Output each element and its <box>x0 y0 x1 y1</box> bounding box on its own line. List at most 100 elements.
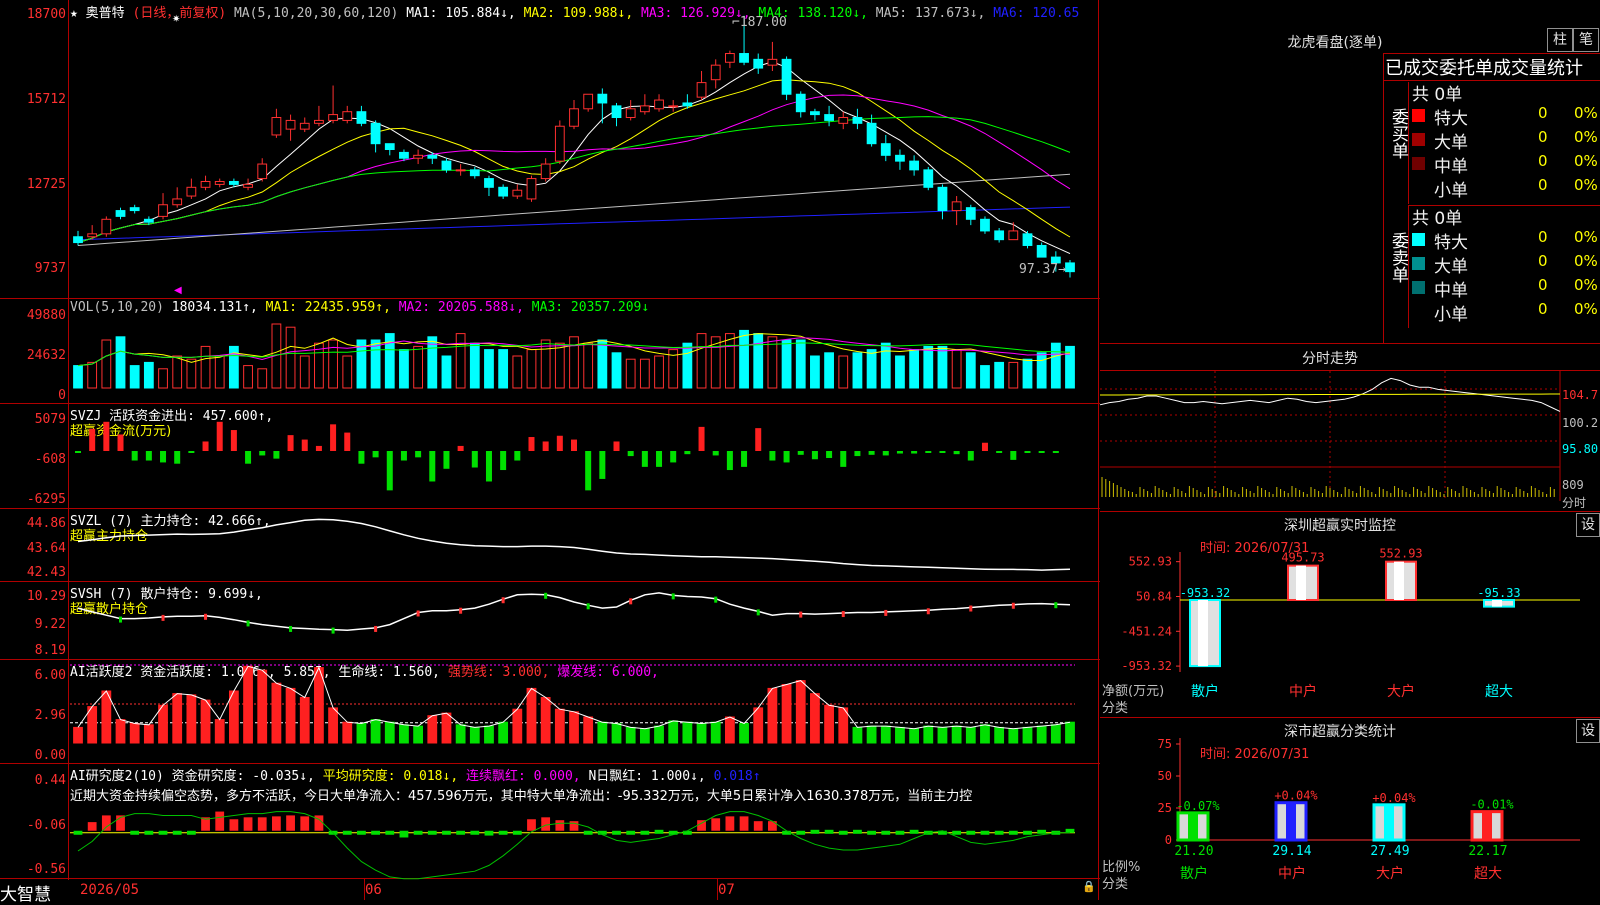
order-category: 小单 <box>1434 305 1468 325</box>
fund-flow-bar <box>230 430 237 451</box>
candle-body <box>370 122 381 145</box>
bar-view-button[interactable]: 柱 <box>1547 28 1573 52</box>
research-bar <box>427 830 437 835</box>
lock-icon[interactable]: 🔒 <box>1082 880 1096 893</box>
activity-bar <box>540 697 551 744</box>
research-bar <box>527 819 536 831</box>
activity-bar <box>654 725 664 744</box>
volume-bar <box>980 365 990 389</box>
stat-axis-label: 50 <box>1158 769 1172 783</box>
candle-body <box>484 178 494 188</box>
order-row: 小单 0 0% <box>1408 300 1600 325</box>
trade-stat-tab[interactable]: 已成交委托单成交量统计 <box>1385 54 1600 80</box>
volume-bar <box>682 342 693 389</box>
candle-body <box>852 117 863 124</box>
activity-bar <box>597 721 608 744</box>
fund-flow-bar <box>896 451 903 454</box>
candle-body <box>115 210 126 217</box>
retail-position-chart[interactable] <box>0 581 1100 659</box>
fund-flow-bar <box>953 451 960 455</box>
fund-flow-bar <box>117 434 124 451</box>
order-color-swatch <box>1412 157 1425 170</box>
volume-bar <box>724 333 735 389</box>
volume-bar <box>342 355 353 389</box>
activity-bar <box>937 726 948 744</box>
retail-tick <box>374 625 378 632</box>
volume-bar <box>583 342 594 389</box>
candle-body <box>753 58 764 69</box>
main-chart-area[interactable]: ★ 奥普特 (日线，前复权) MA(5,10,20,30,60,120) MA1… <box>0 0 1100 905</box>
intraday-chart[interactable] <box>1099 371 1600 511</box>
order-category: 特大 <box>1434 109 1468 129</box>
candle-body <box>427 154 438 159</box>
activity-bar <box>384 721 395 744</box>
intraday-axis-label: 100.2 <box>1562 416 1599 430</box>
fund-flow-bar <box>571 439 577 451</box>
fund-flow-bar <box>400 451 407 461</box>
candle-body <box>469 169 480 177</box>
retail-tick <box>926 608 930 615</box>
activity-bar <box>753 707 764 744</box>
activity-bar <box>880 725 891 744</box>
activity-bar <box>484 725 494 744</box>
activity-bar <box>271 682 282 744</box>
volume-bar <box>1008 361 1019 389</box>
order-count: 0 <box>1538 128 1548 146</box>
monitor-category-label: 大户 <box>1387 683 1415 700</box>
retail-tick <box>714 596 718 603</box>
activity-bar <box>172 693 183 744</box>
volume-bar <box>909 349 920 389</box>
activity-bar <box>214 719 225 744</box>
candle-body <box>1036 244 1047 258</box>
activity-bar <box>1050 724 1061 744</box>
volume-chart[interactable] <box>0 298 1100 403</box>
fund-flow-bar <box>1024 451 1031 453</box>
monitor-bar-chart[interactable]: 552.93 50.84 -451.24 -953.32 -953.32 散户 495.73… <box>1100 512 1600 717</box>
activity-bar <box>781 684 792 744</box>
fund-flow-bar <box>372 451 379 458</box>
activity-bar <box>583 716 594 744</box>
low-price-annotation: 97.37→ <box>1019 262 1066 277</box>
candle-body <box>1022 233 1033 246</box>
retail-tick <box>1011 602 1015 609</box>
volume-bar <box>965 352 976 389</box>
research-bar <box>753 821 763 831</box>
volume-bar <box>1050 342 1061 389</box>
activity-bar <box>469 726 480 744</box>
retail-tick <box>841 611 845 618</box>
volume-bar <box>810 355 820 389</box>
high-price-value: 187.00 <box>739 15 787 30</box>
brand-label: 大智慧 <box>0 885 51 905</box>
activity-bar <box>87 706 98 744</box>
fund-flow-chart[interactable] <box>0 403 1100 508</box>
activity-bar <box>866 725 877 744</box>
candle-body <box>158 204 168 217</box>
ai-activity-chart[interactable] <box>0 659 1100 763</box>
research-bar <box>810 829 820 834</box>
volume-bar <box>498 349 509 389</box>
intraday-axis-label: 809 <box>1562 478 1584 492</box>
volume-bar <box>115 336 126 389</box>
intraday-axis-label: 95.80 <box>1562 442 1599 456</box>
candle-body <box>668 105 679 108</box>
pen-view-button[interactable]: 笔 <box>1573 28 1599 52</box>
ai-research-chart[interactable] <box>0 763 1100 880</box>
price-candles-chart[interactable] <box>0 0 1100 298</box>
fund-flow-bar <box>556 435 563 451</box>
order-row: 小单 0 0% <box>1408 176 1600 201</box>
ma5-line <box>77 173 1071 246</box>
stat-bar-chart[interactable]: 75 50 25 0 -0.07% 21.20 散户 +0.04% 29.14 中户 +0.04% 2… <box>1100 718 1600 900</box>
activity-bar <box>824 704 834 744</box>
monitor-value-label: -95.33 <box>1477 586 1520 600</box>
fund-flow-bar <box>939 451 946 453</box>
research-bar <box>994 830 1004 835</box>
research-bar <box>456 830 466 835</box>
candle-body <box>923 169 934 188</box>
main-position-chart[interactable] <box>0 508 1100 581</box>
stat-value-label: 22.17 <box>1468 844 1507 859</box>
research-bar <box>654 829 664 834</box>
candle-body <box>569 108 579 127</box>
fund-flow-bar <box>145 451 152 461</box>
order-percent: 0% <box>1574 252 1598 270</box>
fund-flow-bar <box>174 451 181 464</box>
